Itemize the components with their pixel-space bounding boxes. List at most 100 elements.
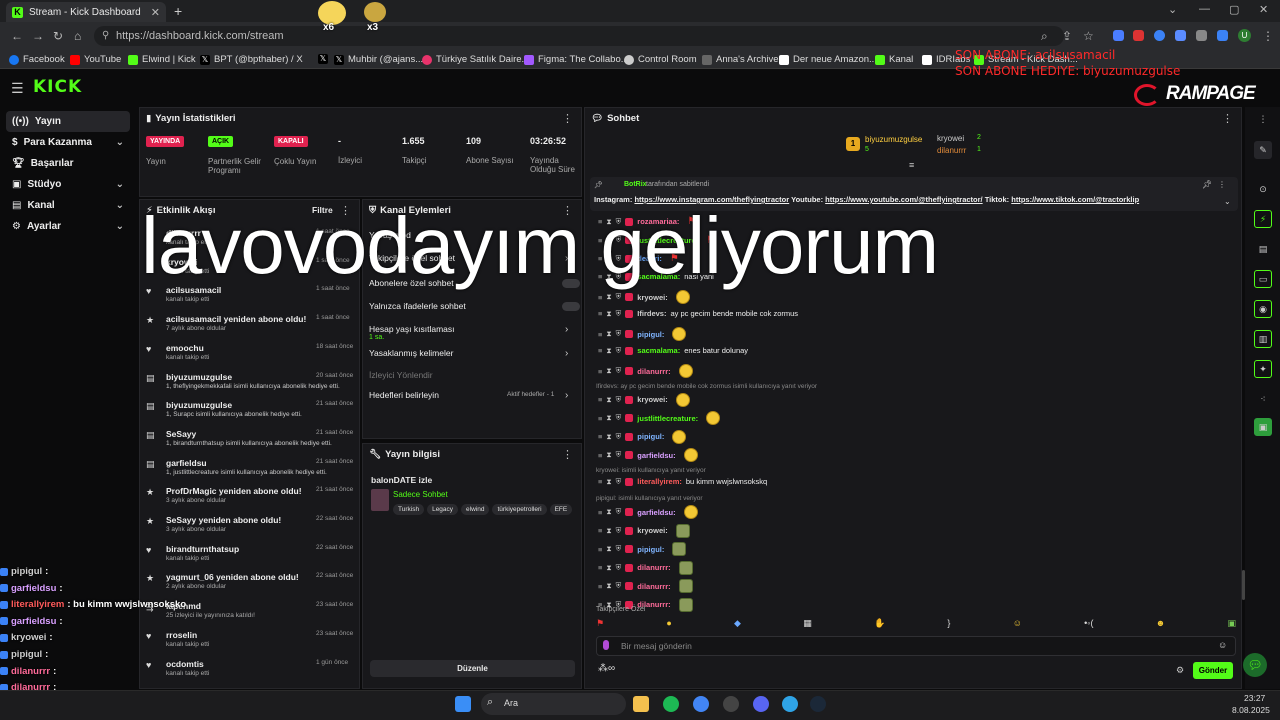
sidebar-item-kanal[interactable]: ▤ Kanal ⌄ (6, 195, 130, 216)
extension-icon[interactable] (1154, 30, 1165, 41)
more-options-icon[interactable]: ⋮ (562, 112, 573, 125)
sidebar-item-yayin[interactable]: ((•)) Yayın (6, 111, 130, 132)
chat-message[interactable]: ≡ ⧗ ⛨ pipigul: (598, 429, 687, 444)
hourglass-icon[interactable]: ⧗ (606, 292, 611, 302)
unpin-icon[interactable]: 📌︎ (1202, 180, 1212, 189)
chat-message[interactable]: ≡ ⧗ ⛨ sacmalama: enes batur dolunay (598, 346, 748, 356)
more-options-icon[interactable]: ⋮ (1222, 112, 1233, 125)
top-gifter-name[interactable]: biyuzumuzgulse (865, 135, 922, 144)
chat-username[interactable]: dilanurrr: (637, 367, 670, 376)
new-tab-button[interactable]: + (174, 3, 182, 19)
bookmark-item[interactable]: Der neue Amazon... (779, 54, 877, 65)
puzzle-icon[interactable] (1175, 30, 1186, 41)
profile-avatar[interactable]: U (1238, 29, 1251, 42)
category-name[interactable]: Sadece Sohbet (393, 490, 448, 499)
file-explorer-icon[interactable] (633, 696, 649, 712)
emote-icon[interactable]: ▦ (803, 618, 812, 632)
hourglass-icon[interactable]: ⧗ (606, 309, 611, 319)
drag-handle-icon[interactable]: ≡ (598, 346, 602, 355)
chat-username[interactable]: dilanurrr: (637, 582, 670, 591)
hourglass-icon[interactable]: ⧗ (606, 432, 611, 442)
sidebar-item-studyo[interactable]: ▣ Stüdyo ⌄ (6, 174, 130, 195)
chat-username[interactable]: pipigul: (637, 545, 664, 554)
chat-message[interactable]: ≡ ⧗ ⛨ kryowei: (598, 523, 690, 538)
close-tab-icon[interactable]: ✕ (151, 6, 160, 19)
hourglass-icon[interactable]: ⧗ (606, 366, 611, 376)
chat-message[interactable]: ≡ ⧗ ⛨ garfieldsu: (598, 448, 698, 462)
emote-icon[interactable]: ▣ (1227, 618, 1236, 632)
more-options-icon[interactable]: ⋮ (1254, 110, 1272, 128)
bookmark-ext-icon[interactable] (1113, 30, 1124, 41)
menu-dots-icon[interactable]: ⋮ (1262, 29, 1274, 43)
layout-icon[interactable]: ▥ (1254, 330, 1272, 348)
bookmark-item[interactable]: Türkiye Satılık Daire... (422, 54, 529, 65)
chat-username[interactable]: garfieldsu: (637, 508, 675, 517)
channel-action-item[interactable]: Yalnızca ifadelerle sohbet (369, 301, 580, 311)
microphone-icon[interactable] (603, 640, 609, 650)
drag-handle-icon[interactable]: ≡ (598, 563, 602, 572)
site-info-icon[interactable]: ⚲ (102, 26, 109, 46)
drag-handle-icon[interactable]: ≡ (598, 367, 602, 376)
bookmark-item[interactable]: Facebook (9, 54, 65, 65)
chat-message[interactable]: ≡ ⧗ ⛨ kryowei: (598, 392, 690, 407)
maximize-icon[interactable]: ▢ (1229, 3, 1239, 16)
drag-handle-icon[interactable]: ≡ (598, 508, 602, 517)
chat-settings-icon[interactable]: ⁂∞ (598, 663, 615, 674)
chat-username[interactable]: sacmalama: (637, 346, 680, 355)
hourglass-icon[interactable]: ⧗ (606, 526, 611, 536)
chat-message[interactable]: ≡ ⧗ ⛨ pipigul: (598, 542, 687, 556)
sidebar-item-ayarlar[interactable]: ⚙ Ayarlar ⌄ (6, 216, 130, 237)
chat-icon[interactable]: ▭ (1254, 270, 1272, 288)
windows-start-icon[interactable] (455, 696, 471, 712)
search-icon[interactable]: ⌕ (1041, 29, 1048, 44)
spotify-icon[interactable] (663, 696, 679, 712)
hourglass-icon[interactable]: ⧗ (606, 477, 611, 487)
edit-button[interactable]: Düzenle (370, 660, 575, 677)
chevron-down-icon[interactable]: ⌄ (1168, 3, 1177, 16)
emoji-picker-icon[interactable]: ☺ (1218, 640, 1227, 650)
channel-action-item[interactable]: Hesap yaşı kısıtlaması 1 sa. › (369, 324, 579, 341)
obs-icon[interactable] (723, 696, 739, 712)
hourglass-icon[interactable]: ⧗ (606, 346, 611, 356)
channel-action-item[interactable]: İzleyici Yönlendir (369, 370, 579, 380)
top-gifter-name[interactable]: kryowei (937, 134, 964, 143)
discord-icon[interactable] (753, 696, 769, 712)
minimize-icon[interactable]: — (1199, 3, 1210, 15)
drag-handle-icon[interactable]: ≡ (598, 526, 602, 535)
gear-icon[interactable]: ⚙ (1176, 665, 1184, 676)
window-close-icon[interactable]: ✕ (1259, 3, 1268, 16)
toggle-switch[interactable] (562, 302, 580, 311)
bookmark-item[interactable]: 𝕏 Muhbir (@ajans... (334, 54, 423, 65)
bookmark-item[interactable]: Elwind | Kick (128, 54, 196, 65)
reload-icon[interactable]: ↻ (53, 29, 63, 43)
document-icon[interactable]: ▤ (1254, 240, 1272, 258)
chat-username[interactable]: pipigul: (637, 330, 664, 339)
bookmark-item[interactable]: Figma: The Collabo... (524, 54, 629, 65)
target-icon[interactable]: ⊙ (1254, 180, 1272, 198)
chat-message[interactable]: ≡ ⧗ ⛨ garfieldsu: (598, 505, 698, 519)
bookmark-item[interactable]: 𝕏 BPT (@bpthaber) / X (200, 54, 303, 65)
chat-username[interactable]: pipigul: (637, 432, 664, 441)
chat-username[interactable]: dilanurrr: (637, 563, 670, 572)
chat-message[interactable]: ≡ ⧗ ⛨ dilanurrr: (598, 579, 693, 593)
more-options-icon[interactable]: ⋮ (1218, 180, 1226, 189)
sidebar-toggle-icon[interactable] (1217, 30, 1228, 41)
emote-icon[interactable]: ● (666, 618, 671, 632)
globe-icon[interactable] (782, 696, 798, 712)
chat-message[interactable]: ≡ ⧗ ⛨ justlittlecreature: (598, 411, 721, 425)
expand-icon[interactable]: ≡ (909, 160, 914, 170)
emote-icon[interactable]: ⚑ (596, 618, 604, 632)
pencil-icon[interactable]: ✎ (1254, 141, 1272, 159)
broadcast-icon[interactable]: ◉ (1254, 300, 1272, 318)
category-thumbnail[interactable] (371, 489, 389, 511)
chat-username[interactable]: Ifirdevs: (637, 309, 666, 318)
media-icon[interactable] (1196, 30, 1207, 41)
chat-message[interactable]: ≡ ⧗ ⛨ literallyirem: bu kimm wwjslwnsokskq (598, 477, 767, 487)
chat-message[interactable]: ≡ ⧗ ⛨ dilanurrr: (598, 364, 693, 378)
drag-handle-icon[interactable]: ≡ (598, 432, 602, 441)
emote-icon[interactable]: ✋ (874, 618, 885, 632)
drag-handle-icon[interactable]: ≡ (598, 477, 602, 486)
browser-tab[interactable]: K Stream - Kick Dashboard ✕ (6, 2, 166, 22)
drag-handle-icon[interactable]: ≡ (598, 330, 602, 339)
share-icon[interactable]: ⇪ (1062, 29, 1072, 43)
